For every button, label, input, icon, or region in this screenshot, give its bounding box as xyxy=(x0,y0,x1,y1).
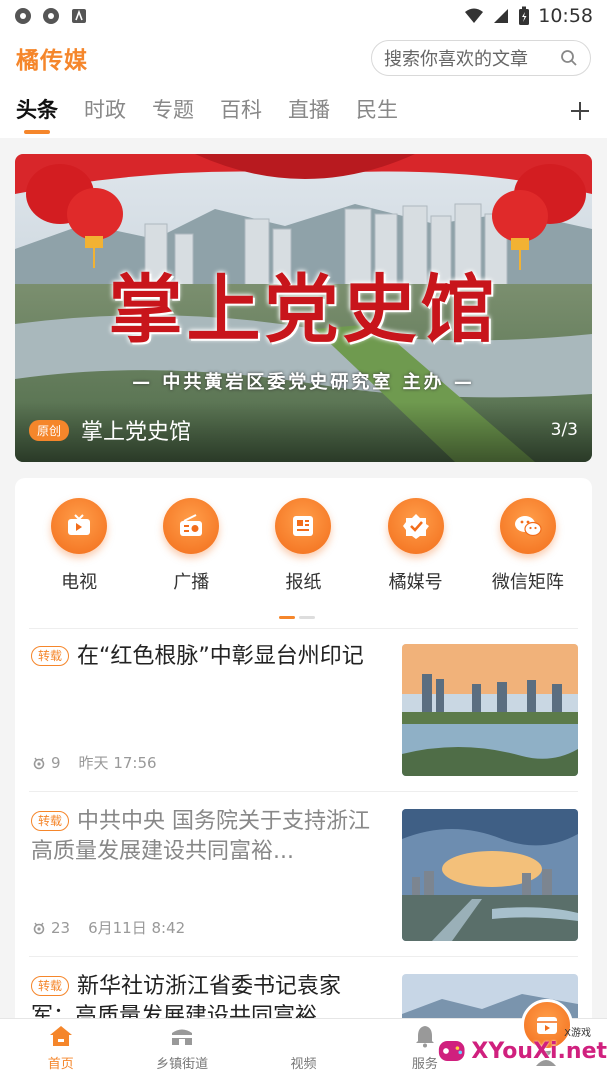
town-icon xyxy=(172,1029,193,1045)
repost-tag: 转载 xyxy=(31,646,70,666)
plus-icon[interactable] xyxy=(569,100,591,122)
status-bar: 10:58 xyxy=(0,0,607,32)
quick-links: 电视 广播 报纸 橘媒号 微信矩阵 xyxy=(15,498,592,594)
original-badge: 原创 xyxy=(29,419,70,441)
news-title-wrap: 转载 中共中央 国务院关于支持浙江高质量发展建设共同富裕... xyxy=(31,807,371,867)
nav-label: 服务 xyxy=(411,1057,438,1072)
wechat-icon xyxy=(514,516,542,537)
news-title: 在“红色根脉”中彰显台州印记 xyxy=(77,644,364,669)
news-thumbnail xyxy=(402,809,578,941)
banner-heading: 掌上党史馆 xyxy=(108,267,499,353)
home-icon xyxy=(49,1026,72,1046)
hero-banner[interactable]: 掌上党史馆 — 中共黄岩区委党史研究室 主办 — 原创 掌上党史馆 3/3 xyxy=(15,154,592,462)
quick-link-media-account[interactable]: 橘媒号 xyxy=(366,498,466,594)
banner-subheading: — 中共黄岩区委党史研究室 主办 — xyxy=(132,372,475,393)
tab-topics[interactable]: 专题 xyxy=(152,84,194,138)
radio-icon xyxy=(180,514,203,536)
watermark-small-text: X游戏 xyxy=(564,1028,591,1039)
status-time: 10:58 xyxy=(538,5,593,27)
pager-dot-active xyxy=(279,616,295,619)
quick-link-radio[interactable]: 广播 xyxy=(141,498,241,594)
watermark-text: XYouXi.net xyxy=(471,1038,607,1064)
tab-encyclopedia[interactable]: 百科 xyxy=(220,84,262,138)
app-icon xyxy=(15,8,31,24)
app-icon xyxy=(43,8,59,24)
search-input[interactable]: 搜索你喜欢的文章 xyxy=(371,40,591,76)
gamepad-icon xyxy=(438,1041,465,1061)
newspaper-icon xyxy=(293,516,314,536)
banner-caption: 掌上党史馆 xyxy=(81,420,192,445)
tab-live[interactable]: 直播 xyxy=(288,84,330,138)
quick-link-label: 微信矩阵 xyxy=(491,572,564,593)
search-placeholder: 搜索你喜欢的文章 xyxy=(384,49,528,70)
tab-headlines[interactable]: 头条 xyxy=(16,84,58,138)
channel-tabs: 头条 时政 专题 百科 直播 民生 xyxy=(0,84,607,138)
eye-icon xyxy=(33,757,45,769)
signal-icon xyxy=(494,9,509,23)
news-title: 中共中央 国务院关于支持浙江高质量发展建设共同富裕... xyxy=(31,809,371,864)
nav-video[interactable]: 视频 xyxy=(243,999,573,1080)
verified-icon xyxy=(402,514,429,539)
quick-links-pager xyxy=(279,616,315,619)
quick-link-tv[interactable]: 电视 xyxy=(29,498,129,594)
search-icon xyxy=(561,50,577,66)
nav-home[interactable]: 首页 xyxy=(0,1019,121,1080)
quick-link-newspaper[interactable]: 报纸 xyxy=(253,498,353,594)
publish-time: 6月11日 8:42 xyxy=(88,919,186,937)
repost-tag: 转载 xyxy=(31,976,70,996)
news-item[interactable]: 转载 在“红色根脉”中彰显台州印记 9 昨天 17:56 xyxy=(29,628,578,792)
news-meta: 9 昨天 17:56 xyxy=(31,752,157,773)
news-meta: 23 6月11日 8:42 xyxy=(31,917,185,938)
nav-label: 首页 xyxy=(47,1057,74,1072)
tab-livelihood[interactable]: 民生 xyxy=(356,84,398,138)
view-count: 23 xyxy=(51,918,71,937)
wifi-icon xyxy=(465,8,484,23)
view-count: 9 xyxy=(51,753,61,772)
quick-link-label: 广播 xyxy=(173,572,210,593)
nav-label: 视频 xyxy=(290,1057,317,1072)
notification-icon xyxy=(72,9,86,23)
quick-link-label: 报纸 xyxy=(285,572,322,593)
news-title-wrap: 转载 在“红色根脉”中彰显台州印记 xyxy=(31,642,371,672)
nav-label: 乡镇街道 xyxy=(156,1057,209,1072)
news-item[interactable]: 转载 中共中央 国务院关于支持浙江高质量发展建设共同富裕... 23 6月11日 … xyxy=(29,793,578,957)
publish-time: 昨天 17:56 xyxy=(78,754,157,772)
app-header: 橘传媒 搜索你喜欢的文章 xyxy=(0,32,607,84)
quick-link-label: 电视 xyxy=(61,572,98,593)
bell-icon xyxy=(415,1026,434,1048)
eye-icon xyxy=(33,922,45,934)
battery-icon xyxy=(519,6,530,25)
quick-link-label: 橘媒号 xyxy=(388,572,443,593)
watermark: XYouXi.net X游戏 xyxy=(436,1022,607,1080)
news-thumbnail xyxy=(402,644,578,776)
quick-link-wechat[interactable]: 微信矩阵 xyxy=(478,498,578,594)
tv-icon xyxy=(68,514,91,535)
banner-page-indicator: 3/3 xyxy=(550,420,578,440)
pager-dot xyxy=(299,616,315,619)
tab-politics[interactable]: 时政 xyxy=(84,84,126,138)
nav-town[interactable]: 乡镇街道 xyxy=(121,1019,242,1080)
app-title: 橘传媒 xyxy=(16,48,88,74)
repost-tag: 转载 xyxy=(31,811,70,831)
content-card: 电视 广播 报纸 橘媒号 微信矩阵 转载 在“红色根脉”中彰显台州印记 9 昨天… xyxy=(15,478,592,1080)
banner-footer: 原创 掌上党史馆 3/3 xyxy=(15,402,592,462)
